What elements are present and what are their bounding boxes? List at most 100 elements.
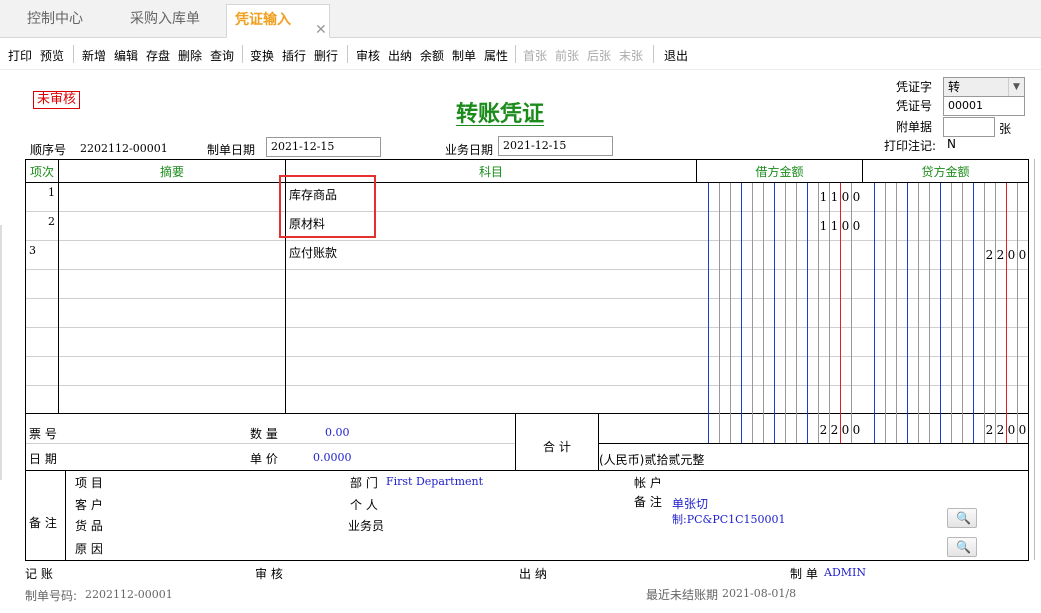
header-item-no: 项次 — [29, 165, 54, 179]
row-no: 3 — [29, 244, 36, 257]
account-label: 帐 户 — [634, 476, 662, 490]
cashier-button[interactable]: 出纳 — [388, 47, 412, 64]
biz-date-label: 业务日期 — [445, 143, 494, 157]
preview-button[interactable]: 预览 — [40, 47, 64, 64]
review-button[interactable]: 审核 — [356, 47, 380, 64]
digit-column-line — [1006, 183, 1007, 443]
first-button[interactable]: 首张 — [523, 47, 547, 64]
project-label: 项 目 — [75, 476, 103, 490]
tab-label: 凭证输入 — [235, 12, 291, 28]
grid-line — [1028, 159, 1029, 560]
digit-column-line — [984, 183, 985, 443]
grid-line — [25, 385, 1029, 386]
total-credit-digit: 0 — [1007, 423, 1016, 437]
edit-button[interactable]: 编辑 — [114, 47, 138, 64]
properties-button[interactable]: 属性 — [484, 47, 508, 64]
prev-button[interactable]: 前张 — [555, 47, 579, 64]
grid-line — [25, 269, 1029, 270]
dept-value: First Department — [386, 475, 484, 488]
digit-column-line — [807, 183, 808, 443]
print-button[interactable]: 打印 — [8, 47, 32, 64]
tab-bar: 控制中心 采购入库单 凭证输入 ✕ — [0, 0, 1041, 38]
seq-value: 2202112-00001 — [80, 142, 168, 155]
biz-date-field[interactable]: 2021-12-15 — [498, 136, 613, 156]
exit-button[interactable]: 退出 — [664, 47, 688, 64]
zoom-button[interactable]: 🔍 — [947, 537, 977, 557]
debit-digit: 1 — [830, 219, 839, 233]
swap-button[interactable]: 变换 — [250, 47, 274, 64]
delete-row-button[interactable]: 删行 — [314, 47, 338, 64]
digit-column-line — [995, 183, 996, 443]
digit-column-line — [951, 183, 952, 443]
left-panel-edge — [0, 225, 2, 480]
note-line-1: 单张切 — [672, 497, 709, 511]
grid-line — [25, 240, 1029, 241]
next-button[interactable]: 后张 — [587, 47, 611, 64]
digit-column-line — [752, 183, 753, 443]
last-button[interactable]: 末张 — [619, 47, 643, 64]
query-button[interactable]: 查询 — [210, 47, 234, 64]
tab-voucher-entry[interactable]: 凭证输入 ✕ — [226, 4, 330, 38]
chevron-down-icon[interactable]: ▼ — [1008, 78, 1024, 96]
total-label: 合 计 — [543, 440, 571, 454]
tab-control-center[interactable]: 控制中心 — [0, 4, 110, 38]
grid-line — [25, 560, 1029, 561]
digit-column-line — [741, 183, 742, 443]
qty-value: 0.00 — [325, 426, 350, 439]
attach-label: 附单据 — [896, 120, 933, 134]
price-label: 单 价 — [250, 452, 278, 466]
header-summary: 摘要 — [159, 165, 184, 179]
attach-count-field[interactable] — [943, 117, 995, 137]
total-credit-digit: 0 — [1018, 423, 1027, 437]
grid-line — [598, 443, 1029, 444]
note-label: 备 注 — [634, 495, 662, 509]
credit-digit: 2 — [996, 248, 1005, 262]
total-debit-digit: 0 — [841, 423, 850, 437]
grid-line — [65, 470, 66, 560]
voucher-no-field[interactable]: 00001 — [943, 96, 1025, 116]
grid-line — [25, 182, 1029, 183]
audit-label: 审 核 — [255, 567, 283, 581]
grid-line — [515, 413, 516, 470]
delete-button[interactable]: 删除 — [178, 47, 202, 64]
digit-column-line — [1017, 183, 1018, 443]
row-subject[interactable]: 应付账款 — [289, 244, 337, 261]
make-date-field[interactable]: 2021-12-15 — [266, 137, 381, 157]
reason-label: 原 因 — [75, 542, 103, 556]
attach-unit: 张 — [999, 122, 1012, 136]
zoom-button[interactable]: 🔍 — [947, 508, 977, 528]
add-button[interactable]: 新增 — [82, 47, 106, 64]
digit-column-line — [730, 183, 731, 443]
scrollbar[interactable] — [1034, 159, 1035, 560]
tab-purchase-inbound[interactable]: 采购入库单 — [110, 4, 220, 38]
grid-line — [25, 298, 1029, 299]
debit-digit: 0 — [841, 219, 850, 233]
insert-row-button[interactable]: 插行 — [282, 47, 306, 64]
goods-label: 货 品 — [75, 519, 103, 533]
voucher-word-value: 转 — [948, 80, 961, 94]
digit-column-line — [929, 183, 930, 443]
total-debit-digit: 2 — [830, 423, 839, 437]
toolbar-separator — [73, 45, 74, 63]
balance-button[interactable]: 余额 — [420, 47, 444, 64]
total-credit-digit: 2 — [996, 423, 1005, 437]
voucher-word-select[interactable]: 转 ▼ — [943, 77, 1025, 97]
maker-label: 制 单 — [790, 567, 818, 581]
make-date-label: 制单日期 — [207, 143, 256, 157]
header-credit: 贷方金额 — [921, 165, 970, 179]
row-no: 2 — [48, 215, 55, 228]
debit-digit: 1 — [819, 190, 828, 204]
salesman-label: 业务员 — [348, 519, 385, 533]
debit-digit: 0 — [852, 219, 861, 233]
person-label: 个 人 — [350, 498, 378, 512]
last-period-label: 最近未结账期 — [646, 588, 719, 602]
toolbar-separator — [515, 45, 516, 63]
customer-label: 客 户 — [75, 498, 103, 512]
digit-column-line — [896, 183, 897, 443]
digit-column-line — [940, 183, 941, 443]
grid-line — [25, 159, 1029, 160]
grid-line — [25, 443, 515, 444]
last-period-value: 2021-08-01/8 — [722, 587, 797, 600]
save-button[interactable]: 存盘 — [146, 47, 170, 64]
make-button[interactable]: 制单 — [452, 47, 476, 64]
